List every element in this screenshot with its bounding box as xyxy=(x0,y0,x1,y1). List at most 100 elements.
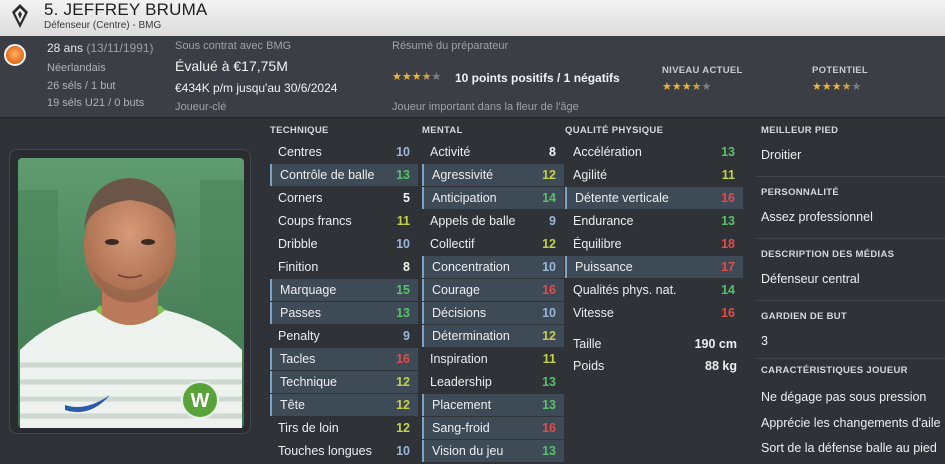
attribute-value: 13 xyxy=(542,444,556,458)
attribute-value: 13 xyxy=(721,145,735,159)
attribute-value: 14 xyxy=(721,283,735,297)
attribute-row[interactable]: Finition 8 xyxy=(270,256,418,278)
attribute-row[interactable]: Anticipation 14 xyxy=(422,187,564,209)
scout-note: Joueur important dans la fleur de l'âge xyxy=(392,101,579,113)
attribute-row[interactable]: Corners 5 xyxy=(270,187,418,209)
height-row: Taille 190 cm xyxy=(573,337,737,351)
attribute-row[interactable]: Agressivité 12 xyxy=(422,164,564,186)
attribute-row[interactable]: Puissance 17 xyxy=(565,256,743,278)
attribute-row[interactable]: Placement 13 xyxy=(422,394,564,416)
star-icon: ★ xyxy=(841,81,852,93)
technique-header: TECHNIQUE xyxy=(270,125,329,136)
player-age: 28 ans (13/11/1991) xyxy=(47,41,154,55)
attribute-row[interactable]: Dribble 10 xyxy=(270,233,418,255)
best-foot-label: MEILLEUR PIED xyxy=(761,125,839,136)
attribute-row[interactable]: Collectif 12 xyxy=(422,233,564,255)
attribute-row[interactable]: Endurance 13 xyxy=(565,210,743,232)
attribute-value: 12 xyxy=(542,329,556,343)
attribute-row[interactable]: Vitesse 16 xyxy=(565,302,743,324)
scout-summary[interactable]: 10 points positifs / 1 négatifs xyxy=(455,71,620,85)
attribute-row[interactable]: Inspiration 11 xyxy=(422,348,564,370)
player-dob: (13/11/1991) xyxy=(86,41,154,55)
attribute-label: Vitesse xyxy=(573,306,614,320)
player-header: 5. JEFFREY BRUMA Défenseur (Centre) - BM… xyxy=(0,0,945,36)
star-icon: ★ xyxy=(821,81,832,93)
attribute-row[interactable]: Activité 8 xyxy=(422,141,564,163)
attribute-row[interactable]: Centres 10 xyxy=(270,141,418,163)
attribute-row[interactable]: Touches longues 10 xyxy=(270,440,418,462)
attribute-label: Accélération xyxy=(573,145,642,159)
attribute-value: 12 xyxy=(542,168,556,182)
attribute-value: 13 xyxy=(396,306,410,320)
attribute-row[interactable]: Vision du jeu 13 xyxy=(422,440,564,462)
attribute-label: Agressivité xyxy=(432,168,494,182)
star-icon: ★ xyxy=(831,81,842,93)
attribute-row[interactable]: Tête 12 xyxy=(270,394,418,416)
attribute-label: Tirs de loin xyxy=(278,421,339,435)
divider xyxy=(756,358,945,359)
attribute-label: Agilité xyxy=(573,168,608,182)
attribute-label: Coups francs xyxy=(278,214,352,228)
attribute-label: Endurance xyxy=(573,214,634,228)
star-icon: ★ xyxy=(662,81,672,93)
attribute-row[interactable]: Contrôle de balle 13 xyxy=(270,164,418,186)
attribute-label: Tacles xyxy=(280,352,316,366)
attribute-row[interactable]: Sang-froid 16 xyxy=(422,417,564,439)
player-wage: €434K p/m jusqu'au 30/6/2024 xyxy=(175,81,338,95)
attribute-value: 12 xyxy=(542,237,556,251)
attribute-row[interactable]: Technique 12 xyxy=(270,371,418,393)
attribute-row[interactable]: Accélération 13 xyxy=(565,141,743,163)
attribute-row[interactable]: Passes 13 xyxy=(270,302,418,324)
attribute-value: 10 xyxy=(542,260,556,274)
attribute-row[interactable]: Agilité 11 xyxy=(565,164,743,186)
attribute-row[interactable]: Courage 16 xyxy=(422,279,564,301)
attribute-label: Touches longues xyxy=(278,444,372,458)
goalkeeper-label: GARDIEN DE BUT xyxy=(761,311,848,322)
attribute-label: Contrôle de balle xyxy=(280,168,375,182)
attribute-label: Décisions xyxy=(432,306,487,320)
attribute-label: Dribble xyxy=(278,237,318,251)
attribute-label: Penalty xyxy=(278,329,320,343)
attribute-value: 17 xyxy=(721,260,735,274)
attribute-label: Appels de balle xyxy=(430,214,516,228)
attribute-label: Sang-froid xyxy=(432,421,490,435)
attribute-value: 10 xyxy=(396,145,410,159)
player-name: 5. JEFFREY BRUMA xyxy=(44,0,208,19)
attribute-value: 12 xyxy=(396,375,410,389)
media-description-label: DESCRIPTION DES MÉDIAS xyxy=(761,249,895,260)
attribute-row[interactable]: Coups francs 11 xyxy=(270,210,418,232)
attribute-row[interactable]: Qualités phys. nat. 14 xyxy=(565,279,743,301)
attribute-value: 16 xyxy=(542,421,556,435)
attribute-row[interactable]: Décisions 10 xyxy=(422,302,564,324)
height-value: 190 cm xyxy=(694,337,737,351)
mental-header: MENTAL xyxy=(422,125,463,136)
contract-label: Sous contrat avec BMG xyxy=(175,40,292,52)
attribute-row[interactable]: Appels de balle 9 xyxy=(422,210,564,232)
attribute-value: 16 xyxy=(721,306,735,320)
attribute-value: 9 xyxy=(549,214,556,228)
attribute-row[interactable]: Détente verticale 16 xyxy=(565,187,743,209)
attribute-row[interactable]: Détermination 12 xyxy=(422,325,564,347)
attribute-row[interactable]: Tacles 16 xyxy=(270,348,418,370)
attribute-row[interactable]: Leadership 13 xyxy=(422,371,564,393)
attribute-value: 15 xyxy=(396,283,410,297)
star-icon: ★ xyxy=(681,81,692,93)
attribute-row[interactable]: Marquage 15 xyxy=(270,279,418,301)
height-label: Taille xyxy=(573,337,602,351)
attribute-value: 8 xyxy=(549,145,556,159)
attribute-label: Leadership xyxy=(430,375,492,389)
club-crest-icon xyxy=(12,4,28,28)
attribute-value: 11 xyxy=(396,214,410,228)
attribute-row[interactable]: Penalty 9 xyxy=(270,325,418,347)
player-photo: W xyxy=(9,149,251,434)
attribute-value: 8 xyxy=(403,260,410,274)
attribute-row[interactable]: Équilibre 18 xyxy=(565,233,743,255)
attribute-row[interactable]: Tirs de loin 12 xyxy=(270,417,418,439)
star-icon: ★ xyxy=(691,81,702,93)
scout-star-rating: ★★★★★ xyxy=(392,70,441,83)
divider xyxy=(756,176,945,177)
international-caps: 26 séls / 1 but xyxy=(47,80,116,92)
attribute-label: Inspiration xyxy=(430,352,488,366)
attribute-value: 12 xyxy=(396,421,410,435)
attribute-row[interactable]: Concentration 10 xyxy=(422,256,564,278)
